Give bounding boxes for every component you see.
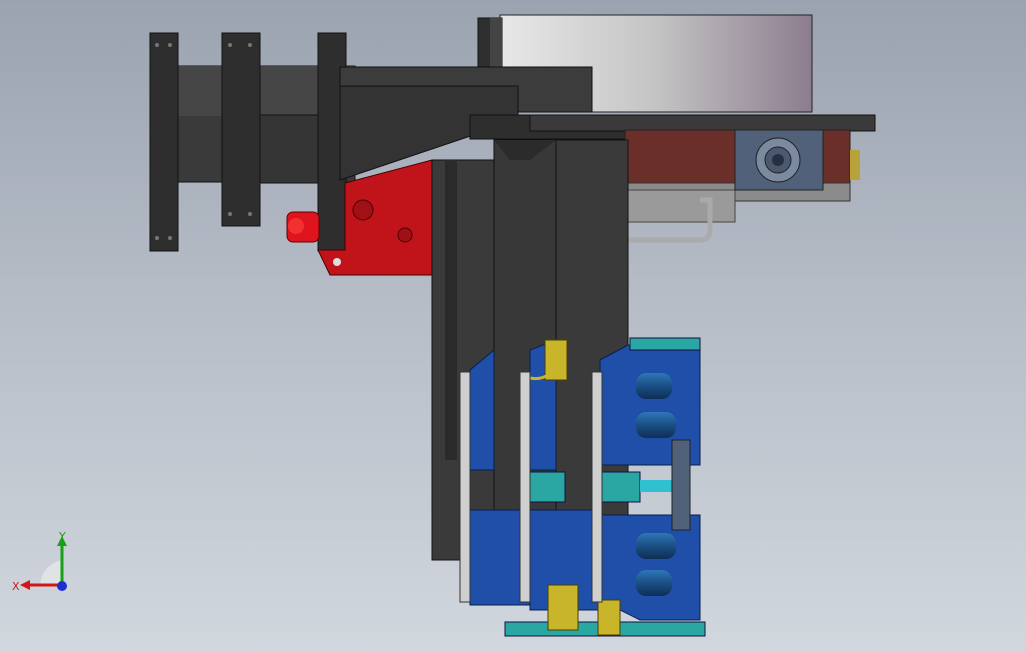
y-axis-label: Y <box>58 530 66 543</box>
graphics-viewport[interactable]: Y X <box>0 0 1026 652</box>
cad-model[interactable] <box>0 0 1026 652</box>
horizontal-cylinder[interactable] <box>149 32 356 252</box>
x-arrow <box>20 580 30 590</box>
coordinate-triad: Y X <box>12 530 67 593</box>
x-axis-label: X <box>12 580 20 593</box>
z-axis-dot <box>57 581 67 591</box>
